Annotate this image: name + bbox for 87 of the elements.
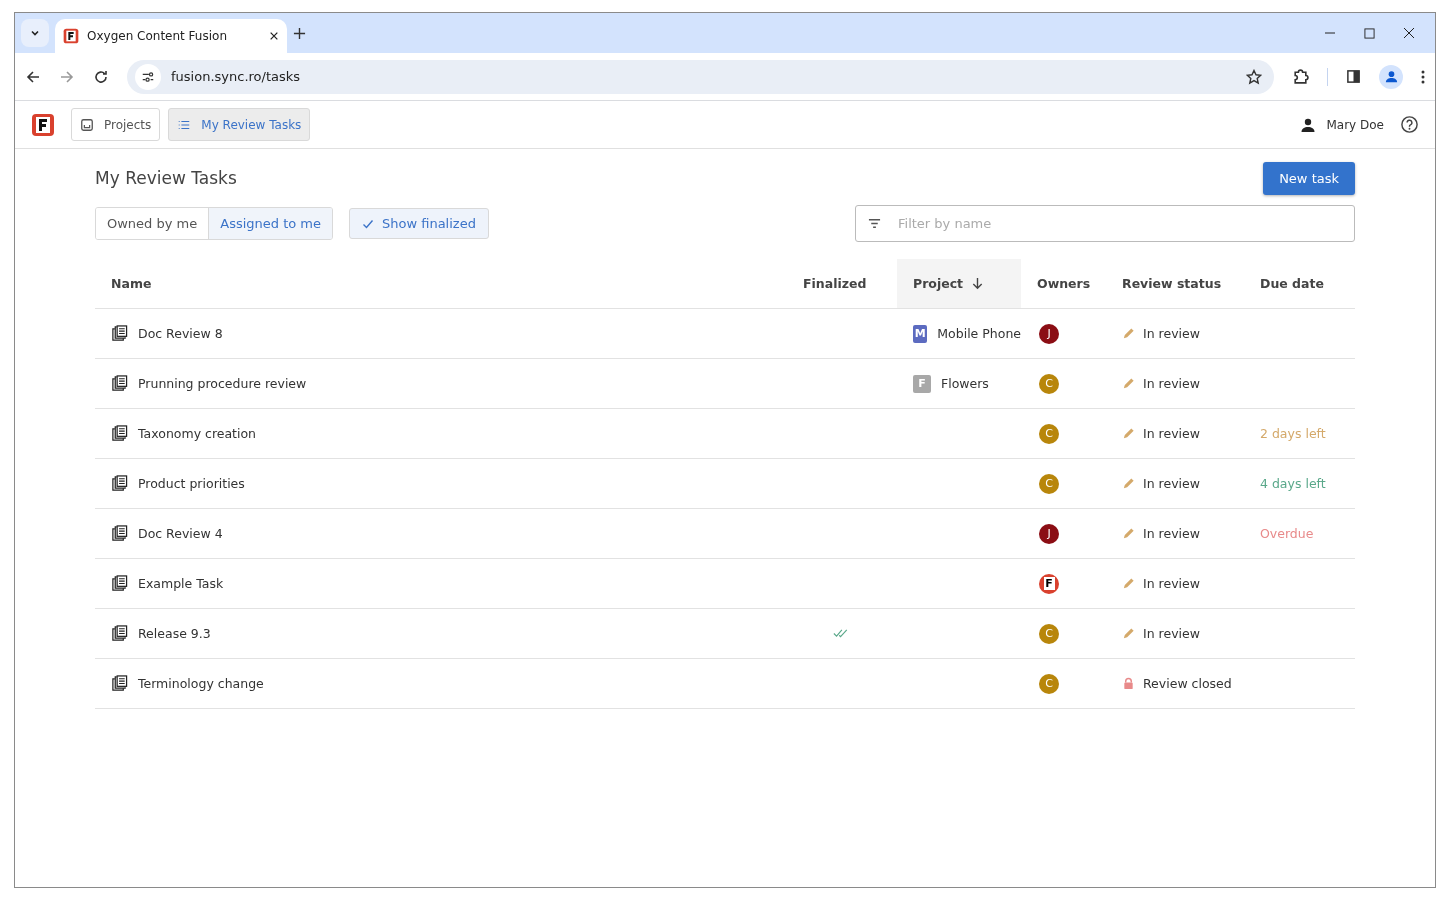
profile-button[interactable] xyxy=(1379,64,1403,89)
arrow-down-icon xyxy=(971,277,985,290)
owner-avatar: C xyxy=(1039,473,1059,494)
pencil-icon xyxy=(1122,577,1135,590)
back-arrow-icon[interactable] xyxy=(25,68,41,85)
forward-arrow-icon[interactable] xyxy=(59,68,75,85)
review-status: In review xyxy=(1143,526,1200,541)
page-title: My Review Tasks xyxy=(95,168,237,188)
folder-icon xyxy=(80,117,94,132)
due-date: 2 days left xyxy=(1260,426,1326,441)
puzzle-icon[interactable] xyxy=(1292,68,1309,85)
project-badge: M xyxy=(913,324,928,343)
tune-icon xyxy=(141,69,155,84)
close-icon[interactable] xyxy=(1403,27,1415,39)
url-text: fusion.sync.ro/tasks xyxy=(171,69,302,84)
documents-icon xyxy=(111,525,128,542)
task-name[interactable]: Release 9.3 xyxy=(138,626,211,641)
task-name[interactable]: Terminology change xyxy=(138,676,264,691)
review-status: In review xyxy=(1143,376,1200,391)
task-name[interactable]: Doc Review 4 xyxy=(138,526,223,541)
kebab-menu-icon[interactable] xyxy=(1421,68,1425,85)
filter-tab[interactable]: Assigned to me xyxy=(208,208,332,239)
review-status: In review xyxy=(1143,476,1200,491)
column-header[interactable]: Review status xyxy=(1106,259,1244,309)
check-icon xyxy=(362,217,374,230)
pencil-icon xyxy=(1122,527,1135,540)
column-header[interactable]: Due date xyxy=(1244,259,1355,309)
nav-button[interactable]: Projects xyxy=(71,108,161,141)
task-name[interactable]: Prunning procedure review xyxy=(138,376,307,391)
documents-icon xyxy=(111,325,128,342)
person-icon xyxy=(1383,69,1399,84)
owner-avatar: C xyxy=(1039,673,1059,694)
person-icon xyxy=(1300,116,1317,133)
pencil-icon xyxy=(1122,427,1135,440)
owner-avatar: J xyxy=(1039,523,1059,544)
review-status: In review xyxy=(1143,576,1200,591)
reload-icon[interactable] xyxy=(93,68,109,85)
project-name: Flowers xyxy=(941,376,989,391)
pencil-icon xyxy=(1122,377,1135,390)
show-finalized-toggle[interactable]: Show finalized xyxy=(349,208,489,239)
plus-icon[interactable] xyxy=(293,26,306,40)
side-panel-icon[interactable] xyxy=(1346,69,1361,84)
task-name[interactable]: Taxonomy creation xyxy=(138,426,257,441)
owner-avatar: C xyxy=(1039,373,1059,394)
column-header[interactable]: Project xyxy=(897,259,1021,309)
review-status: In review xyxy=(1143,326,1200,341)
help-icon[interactable] xyxy=(1400,115,1419,134)
pencil-icon xyxy=(1122,477,1135,490)
double-check-icon xyxy=(833,628,849,639)
documents-icon xyxy=(111,675,128,692)
due-date: 4 days left xyxy=(1260,476,1326,491)
pencil-icon xyxy=(1122,327,1135,340)
lock-icon xyxy=(1122,677,1135,690)
review-status: In review xyxy=(1143,426,1200,441)
app-logo-icon xyxy=(63,28,79,44)
task-name[interactable]: Product priorities xyxy=(138,476,245,491)
review-status: Review closed xyxy=(1143,676,1232,691)
project-badge: F xyxy=(913,374,931,393)
browser-tab[interactable]: Oxygen Content Fusion xyxy=(55,19,287,53)
owner-avatar: C xyxy=(1039,423,1059,444)
address-bar[interactable]: fusion.sync.ro/tasks xyxy=(127,59,1274,94)
new-task-button[interactable]: New task xyxy=(1263,161,1355,195)
task-name[interactable]: Doc Review 8 xyxy=(138,326,223,341)
owner-avatar: F xyxy=(1039,573,1059,594)
documents-icon xyxy=(111,575,128,592)
documents-icon xyxy=(111,625,128,642)
pencil-icon xyxy=(1122,627,1135,640)
column-header[interactable]: Owners xyxy=(1021,259,1106,309)
tab-title: Oxygen Content Fusion xyxy=(87,29,228,43)
owner-avatar: J xyxy=(1039,323,1059,344)
close-icon[interactable] xyxy=(269,31,279,41)
project-name: Mobile Phone xyxy=(937,326,1021,341)
documents-icon xyxy=(111,425,128,442)
filter-icon xyxy=(868,217,881,230)
maximize-icon[interactable] xyxy=(1364,27,1375,39)
owner-avatar: C xyxy=(1039,623,1059,644)
documents-icon xyxy=(111,475,128,492)
nav-button[interactable]: My Review Tasks xyxy=(168,108,311,141)
filter-field[interactable]: Filter by name xyxy=(855,205,1355,242)
column-header[interactable]: Name xyxy=(95,259,787,309)
due-date: Overdue xyxy=(1260,526,1314,541)
user-name[interactable]: Mary Doe xyxy=(1326,117,1384,132)
documents-icon xyxy=(111,375,128,392)
app-logo-icon[interactable] xyxy=(31,112,55,137)
task-name[interactable]: Example Task xyxy=(138,576,224,591)
review-status: In review xyxy=(1143,626,1200,641)
star-icon[interactable] xyxy=(1246,68,1262,85)
